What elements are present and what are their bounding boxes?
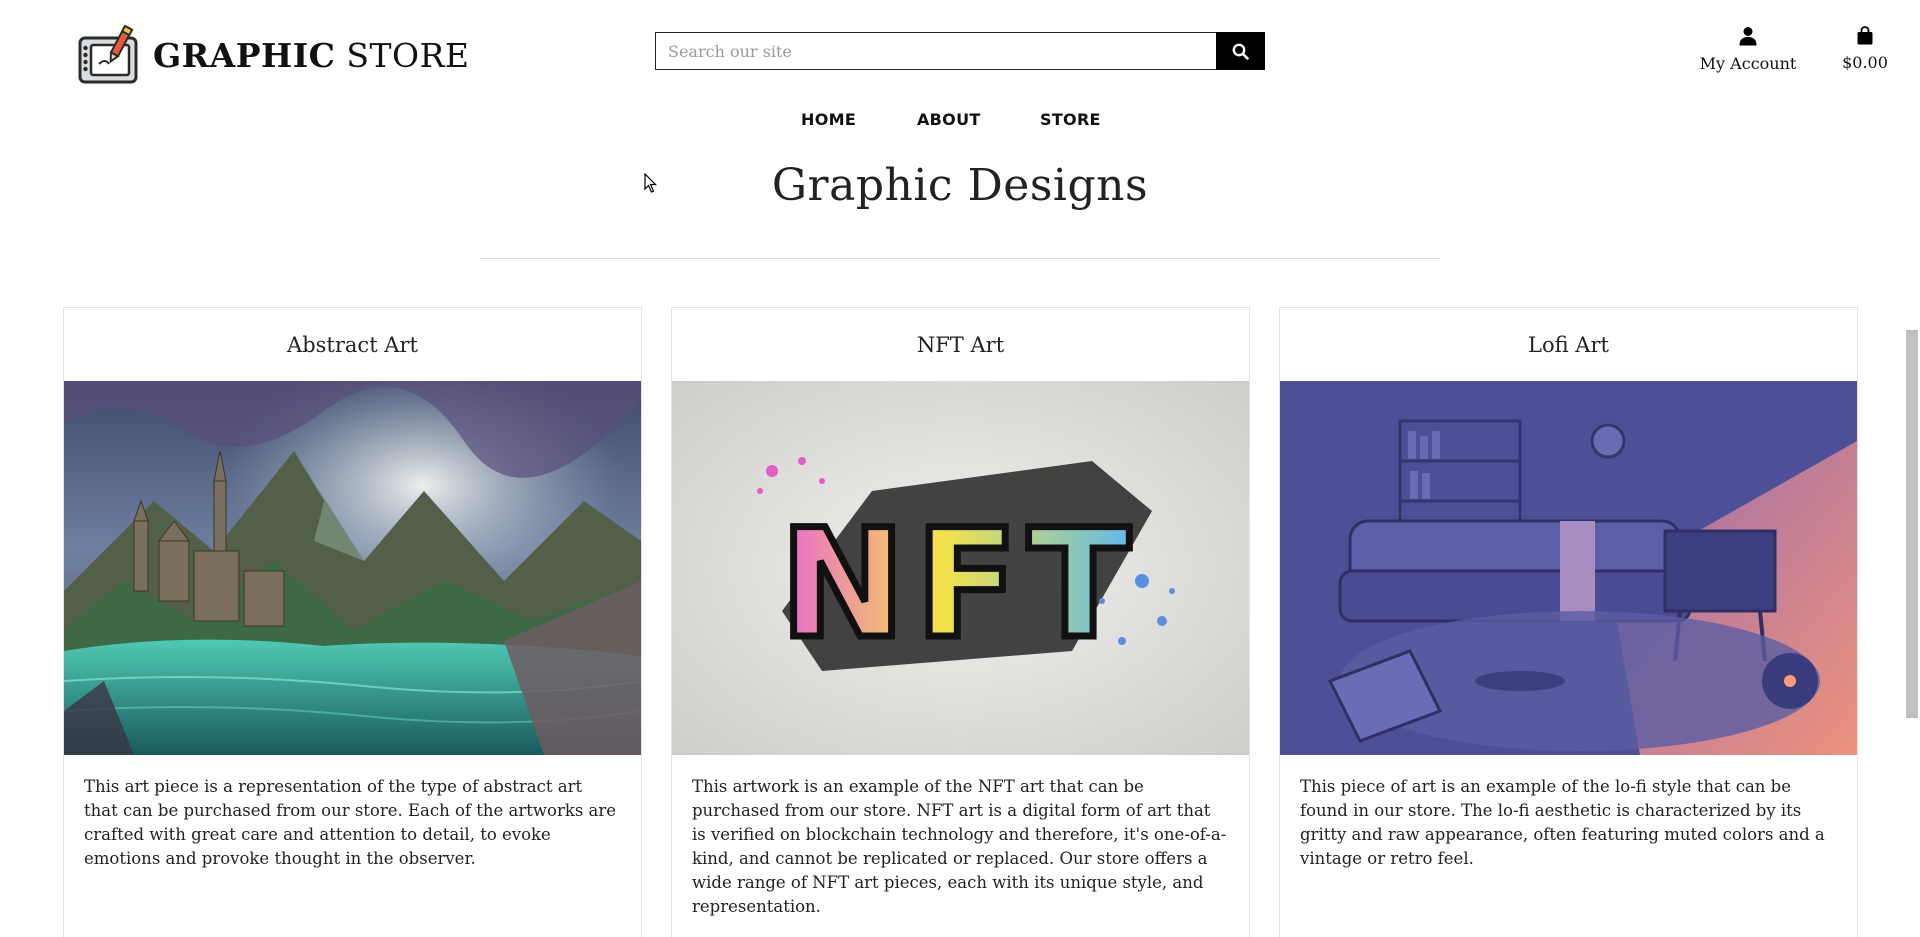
card-description: This artwork is an example of the NFT ar… <box>692 777 1227 916</box>
nav-item-about[interactable]: ABOUT <box>917 110 981 129</box>
logo-text-light: STORE <box>346 35 470 75</box>
search-bar <box>655 32 1265 70</box>
card-title[interactable]: Abstract Art <box>64 308 641 381</box>
drawing-tablet-icon <box>78 24 138 84</box>
nft-graffiti-text: NFT <box>780 498 1140 672</box>
card-title[interactable]: Lofi Art <box>1280 308 1857 381</box>
abstract-art-image[interactable] <box>64 381 641 755</box>
nav-item-store[interactable]: STORE <box>1040 110 1101 129</box>
search-icon <box>1232 43 1249 60</box>
product-card-nft-art[interactable]: NFT Art NFT This artwork is an example o… <box>671 307 1250 937</box>
page-title: Graphic Designs <box>771 160 1149 211</box>
cart-total: $0.00 <box>1842 53 1888 72</box>
nft-art-image[interactable]: NFT <box>672 381 1249 755</box>
card-description: This piece of art is an example of the l… <box>1300 777 1825 868</box>
logo-text: GRAPHIC STORE <box>153 36 470 75</box>
search-input[interactable] <box>655 32 1216 70</box>
nav-item-home[interactable]: HOME <box>801 110 856 129</box>
my-account-link[interactable]: My Account <box>1694 26 1802 73</box>
cart-link[interactable]: $0.00 <box>1834 26 1896 72</box>
user-icon <box>1739 27 1757 46</box>
shopping-bag-icon <box>1857 26 1873 45</box>
mouse-cursor-icon <box>644 173 657 193</box>
logo-text-bold: GRAPHIC <box>153 35 336 75</box>
title-divider <box>480 258 1440 259</box>
product-card-lofi-art[interactable]: Lofi Art This piece of art is an example… <box>1279 307 1858 937</box>
page-scrollbar-thumb[interactable] <box>1906 330 1918 718</box>
site-header: GRAPHIC STORE My Account $0.00 <box>0 0 1920 105</box>
lofi-art-image[interactable] <box>1280 381 1857 755</box>
card-title[interactable]: NFT Art <box>672 308 1249 381</box>
product-card-abstract-art[interactable]: Abstract Art This art piece is a represe… <box>63 307 642 937</box>
search-button[interactable] <box>1216 32 1265 70</box>
site-logo[interactable]: GRAPHIC STORE <box>77 24 470 86</box>
my-account-label: My Account <box>1699 54 1797 73</box>
card-description: This art piece is a representation of th… <box>84 777 617 868</box>
